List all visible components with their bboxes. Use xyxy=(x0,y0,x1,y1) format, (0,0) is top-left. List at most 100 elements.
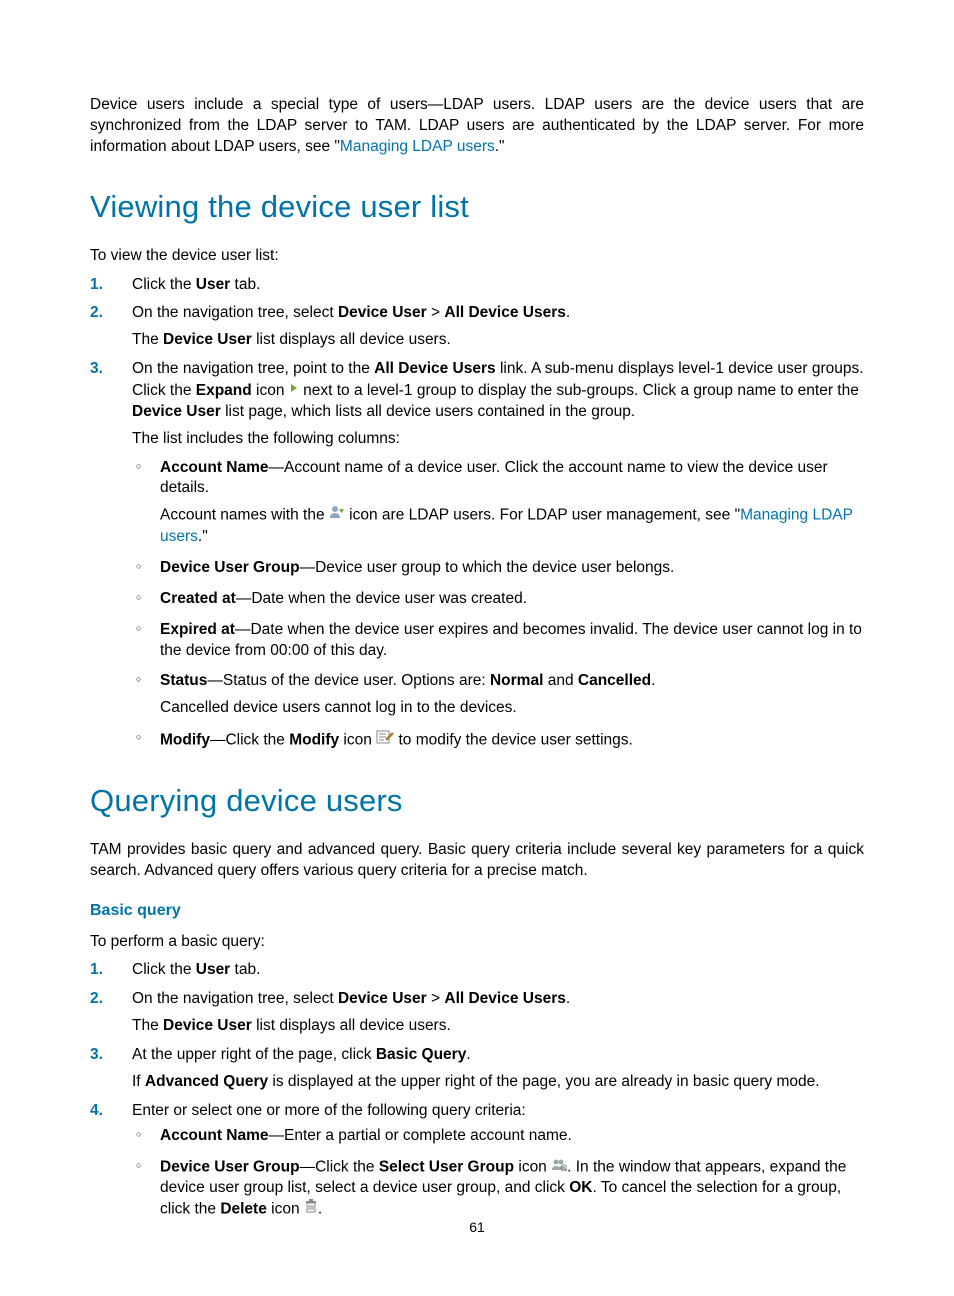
text: tab. xyxy=(230,961,260,978)
bold-text: Device User xyxy=(163,1017,252,1034)
text: On the navigation tree, point to the xyxy=(132,360,374,377)
bold-text: Device User Group xyxy=(160,1158,300,1175)
text: Enter or select one or more of the follo… xyxy=(132,1102,526,1119)
bold-text: Modify xyxy=(289,732,339,749)
text: tab. xyxy=(230,276,260,293)
text: > xyxy=(427,990,445,1007)
intro-paragraph: Device users include a special type of u… xyxy=(90,95,864,158)
step-number: 4. xyxy=(90,1101,120,1122)
bold-text: All Device Users xyxy=(444,304,566,321)
text: . xyxy=(318,1201,322,1218)
step-number: 3. xyxy=(90,1045,120,1066)
text: list displays all device users. xyxy=(252,1017,451,1034)
text: icon are LDAP users. For LDAP user manag… xyxy=(345,507,740,524)
bold-text: Device User xyxy=(338,304,427,321)
text: The xyxy=(132,331,163,348)
text: —Enter a partial or complete account nam… xyxy=(269,1127,572,1144)
text: . xyxy=(566,990,570,1007)
text: . xyxy=(566,304,570,321)
step-2: 2. On the navigation tree, select Device… xyxy=(90,303,864,351)
text: —Status of the device user. Options are: xyxy=(207,672,490,689)
bold-text: User xyxy=(196,276,230,293)
text: list page, which lists all device users … xyxy=(221,403,635,420)
step-3: 3. At the upper right of the page, click… xyxy=(90,1045,864,1093)
text: icon xyxy=(252,382,289,399)
text: icon xyxy=(339,732,376,749)
list-item: Device User Group—Click the Select User … xyxy=(132,1157,864,1221)
text: At the upper right of the page, click xyxy=(132,1046,376,1063)
link-managing-ldap-users[interactable]: Managing LDAP users xyxy=(340,138,495,155)
bold-text: Account Name xyxy=(160,459,269,476)
text: . xyxy=(651,672,655,689)
bold-text: Device User xyxy=(163,331,252,348)
text: icon xyxy=(514,1158,551,1175)
list-item: Account Name—Enter a partial or complete… xyxy=(132,1126,864,1147)
select-user-group-icon xyxy=(551,1157,567,1178)
step-number: 1. xyxy=(90,960,120,981)
ldap-user-icon xyxy=(329,505,345,526)
list-item: Status—Status of the device user. Option… xyxy=(132,671,864,719)
bold-text: OK xyxy=(569,1179,592,1196)
text: is displayed at the upper right of the p… xyxy=(268,1073,819,1090)
bold-text: Expand xyxy=(196,382,252,399)
step-3: 3. On the navigation tree, point to the … xyxy=(90,359,864,752)
text: icon xyxy=(267,1201,304,1218)
text: next to a level-1 group to display the s… xyxy=(299,382,859,399)
list-item: Expired at—Date when the device user exp… xyxy=(132,620,864,662)
text: —Click the xyxy=(300,1158,379,1175)
bold-text: Expired at xyxy=(160,621,235,638)
list-item: Modify—Click the Modify icon to modify t… xyxy=(132,729,864,752)
bold-text: All Device Users xyxy=(374,360,496,377)
text: If xyxy=(132,1073,145,1090)
bold-text: Advanced Query xyxy=(145,1073,268,1090)
bold-text: All Device Users xyxy=(444,990,566,1007)
heading-viewing-device-user-list: Viewing the device user list xyxy=(90,186,864,228)
text: . xyxy=(466,1046,470,1063)
text: On the navigation tree, select xyxy=(132,304,338,321)
text: and xyxy=(543,672,577,689)
list-item: Device User Group—Device user group to w… xyxy=(132,558,864,579)
bold-text: Device User xyxy=(338,990,427,1007)
step-4: 4. Enter or select one or more of the fo… xyxy=(90,1101,864,1221)
text: to modify the device user settings. xyxy=(394,732,633,749)
text: ." xyxy=(495,138,505,155)
lead-text: TAM provides basic query and advanced qu… xyxy=(90,840,864,882)
list-item: Created at—Date when the device user was… xyxy=(132,589,864,610)
text: Click the xyxy=(132,276,196,293)
bold-text: Normal xyxy=(490,672,543,689)
bold-text: User xyxy=(196,961,230,978)
bold-text: Select User Group xyxy=(379,1158,514,1175)
lead-text: To view the device user list: xyxy=(90,246,864,267)
expand-icon xyxy=(289,380,299,401)
bold-text: Created at xyxy=(160,590,236,607)
step-number: 3. xyxy=(90,359,120,380)
text: —Date when the device user expires and b… xyxy=(160,621,862,659)
bold-text: Device User xyxy=(132,403,221,420)
page-number: 61 xyxy=(0,1218,954,1237)
text: —Click the xyxy=(210,732,289,749)
modify-icon xyxy=(376,729,394,752)
bold-text: Account Name xyxy=(160,1127,269,1144)
heading-querying-device-users: Querying device users xyxy=(90,780,864,822)
text: —Date when the device user was created. xyxy=(236,590,527,607)
bold-text: Delete xyxy=(220,1201,267,1218)
bold-text: Status xyxy=(160,672,207,689)
text: The list includes the following columns: xyxy=(132,429,864,450)
step-number: 2. xyxy=(90,303,120,324)
bold-text: Cancelled xyxy=(578,672,651,689)
text: On the navigation tree, select xyxy=(132,990,338,1007)
bold-text: Basic Query xyxy=(376,1046,466,1063)
text: list displays all device users. xyxy=(252,331,451,348)
step-2: 2. On the navigation tree, select Device… xyxy=(90,989,864,1037)
text: Click the xyxy=(132,961,196,978)
text: ." xyxy=(198,528,208,545)
lead-text: To perform a basic query: xyxy=(90,932,864,953)
step-number: 1. xyxy=(90,275,120,296)
step-1: 1. Click the User tab. xyxy=(90,960,864,981)
bold-text: Device User Group xyxy=(160,559,300,576)
text: Account names with the xyxy=(160,507,329,524)
step-1: 1. Click the User tab. xyxy=(90,275,864,296)
subheading-basic-query: Basic query xyxy=(90,900,864,922)
text: —Device user group to which the device u… xyxy=(300,559,675,576)
text: The xyxy=(132,1017,163,1034)
